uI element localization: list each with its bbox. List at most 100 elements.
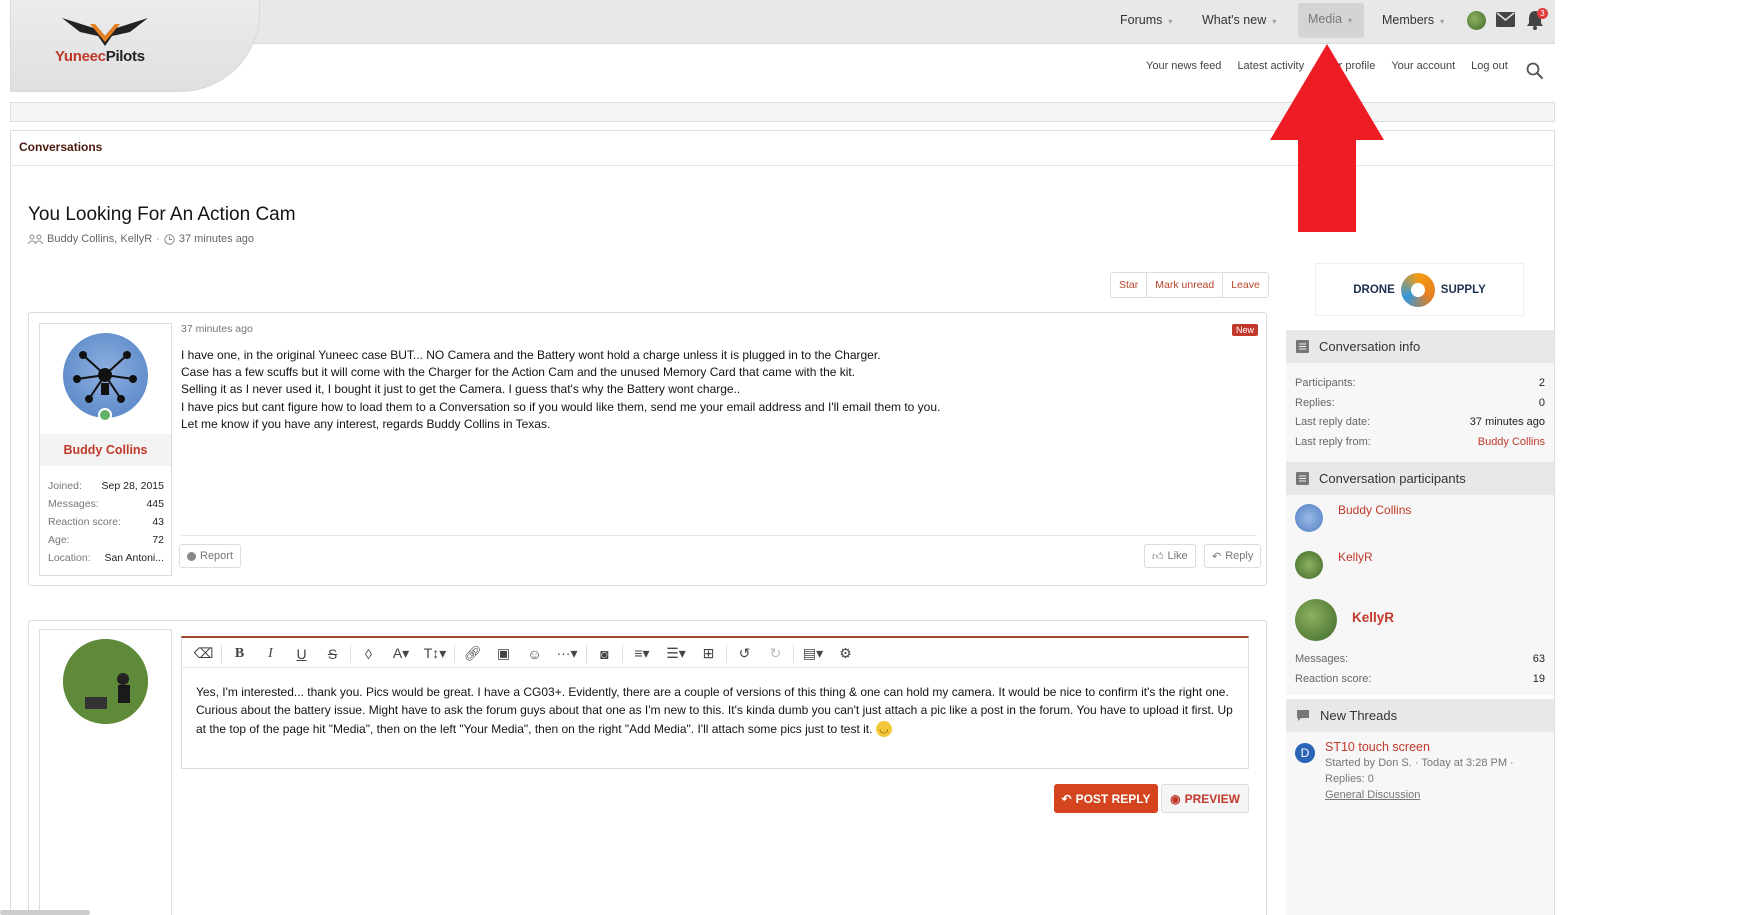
info-icon bbox=[187, 551, 196, 561]
scrollbar[interactable] bbox=[0, 910, 90, 915]
underline-icon[interactable]: U bbox=[286, 641, 317, 667]
message-time[interactable]: 37 minutes ago bbox=[181, 323, 253, 335]
list-icon bbox=[1296, 472, 1309, 485]
username[interactable]: Buddy Collins bbox=[40, 443, 171, 457]
participant-link[interactable]: KellyR bbox=[1338, 550, 1373, 564]
eye-icon: ◉ bbox=[1170, 791, 1181, 806]
editor-text[interactable]: Yes, I'm interested... thank you. Pics w… bbox=[196, 683, 1241, 738]
italic-icon[interactable]: I bbox=[255, 641, 286, 667]
smilie-icon[interactable]: ☺ bbox=[519, 641, 550, 667]
featured-participant-avatar[interactable] bbox=[1295, 599, 1337, 641]
camera-icon[interactable]: ◙ bbox=[589, 641, 620, 667]
nav-whats-new[interactable]: What's new ▾ bbox=[1192, 6, 1286, 38]
message-line: Let me know if you have any interest, re… bbox=[181, 416, 551, 431]
participants-header: Conversation participants bbox=[1286, 462, 1554, 495]
participants-text[interactable]: Buddy Collins, KellyR bbox=[47, 233, 152, 245]
person-photo-icon bbox=[63, 639, 148, 724]
nav-media[interactable]: Media ▾ bbox=[1298, 3, 1364, 38]
redo-icon[interactable]: ↻ bbox=[760, 641, 791, 667]
divider bbox=[793, 644, 794, 663]
more-options-icon[interactable]: ···▾ bbox=[550, 641, 584, 667]
avatar[interactable] bbox=[63, 639, 148, 724]
clock-icon bbox=[164, 233, 175, 245]
logo-text[interactable]: YuneecPilots bbox=[55, 48, 145, 65]
divider bbox=[586, 644, 587, 663]
link-icon[interactable]: 🔗︎ bbox=[457, 641, 488, 667]
user-avatar[interactable] bbox=[1467, 11, 1486, 30]
mark-unread-button[interactable]: Mark unread bbox=[1147, 273, 1224, 297]
envelope-icon[interactable] bbox=[1496, 12, 1515, 27]
user-stat-location: Location: San Antoni... bbox=[48, 552, 164, 564]
subnav-log-out[interactable]: Log out bbox=[1471, 60, 1508, 82]
nav-members[interactable]: Members ▾ bbox=[1372, 6, 1454, 38]
chevron-down-icon: ▾ bbox=[1272, 17, 1277, 26]
post-reply-button[interactable]: ↶ POST REPLY bbox=[1054, 784, 1158, 813]
message-body: I have one, in the original Yuneec case … bbox=[181, 347, 940, 433]
clear-format-icon[interactable]: ⌫ bbox=[188, 641, 219, 667]
participant-avatar[interactable] bbox=[1295, 504, 1323, 532]
conversation-time: 37 minutes ago bbox=[178, 233, 255, 245]
drone-icon bbox=[73, 351, 137, 403]
thread-replies: Replies: 0 bbox=[1325, 773, 1374, 785]
reply-icon: ↶ bbox=[1061, 791, 1072, 806]
text-color-icon[interactable]: ◊ bbox=[353, 641, 384, 667]
alert-count-badge: 3 bbox=[1537, 8, 1548, 19]
strikethrough-icon[interactable]: S bbox=[317, 641, 348, 667]
reply-button[interactable]: ↶ Reply bbox=[1204, 544, 1262, 568]
drafts-icon[interactable]: ▤▾ bbox=[796, 641, 830, 667]
undo-icon[interactable]: ↺ bbox=[729, 641, 760, 667]
ad-banner[interactable]: DRONE SUPPLY bbox=[1315, 263, 1524, 316]
editor-toolbar: ⌫ B I U S ◊ A▾ T↕▾ 🔗︎ ▣ ☺ ···▾ ◙ ≡▾ ☰▾ ⊞… bbox=[182, 640, 1248, 668]
thread-author-avatar[interactable]: D bbox=[1295, 743, 1315, 763]
smiley-icon: ◡ bbox=[875, 721, 892, 738]
leave-button[interactable]: Leave bbox=[1223, 273, 1268, 297]
new-badge: New bbox=[1232, 324, 1259, 336]
nav-forums[interactable]: Forums ▾ bbox=[1110, 6, 1182, 38]
drone-supply-logo-icon bbox=[1400, 272, 1435, 307]
search-icon[interactable] bbox=[1526, 62, 1544, 80]
breadcrumb[interactable]: Conversations bbox=[19, 140, 102, 154]
red-arrow-icon bbox=[1270, 44, 1384, 232]
online-status-icon bbox=[98, 408, 112, 422]
font-size-icon[interactable]: T↕▾ bbox=[418, 641, 452, 667]
participant-link[interactable]: Buddy Collins bbox=[1338, 503, 1411, 517]
avatar[interactable] bbox=[63, 333, 148, 418]
info-last-reply-date: Last reply date: 37 minutes ago bbox=[1295, 416, 1545, 428]
participant-avatar[interactable] bbox=[1295, 551, 1323, 579]
thread-meta: Started by Don S. · Today at 3:28 PM · bbox=[1325, 757, 1514, 769]
conversation-info-header: Conversation info bbox=[1286, 330, 1554, 363]
user-stat-reaction: Reaction score: 43 bbox=[48, 516, 164, 528]
featured-participant-name[interactable]: KellyR bbox=[1352, 610, 1394, 625]
thumbs-up-icon: 👍︎ bbox=[1152, 550, 1164, 563]
like-button[interactable]: 👍︎ Like bbox=[1144, 544, 1196, 568]
featured-messages: Messages: 63 bbox=[1295, 653, 1545, 665]
table-icon[interactable]: ⊞ bbox=[693, 641, 724, 667]
separator: · bbox=[156, 233, 160, 245]
divider bbox=[221, 644, 222, 663]
list-icon bbox=[1296, 340, 1309, 353]
preview-button[interactable]: ◉ PREVIEW bbox=[1161, 784, 1249, 813]
report-button[interactable]: Report bbox=[179, 544, 242, 568]
bold-icon[interactable]: B bbox=[224, 641, 255, 667]
font-family-icon[interactable]: A▾ bbox=[384, 641, 418, 667]
reply-icon: ↶ bbox=[1212, 550, 1222, 563]
list-icon[interactable]: ☰▾ bbox=[659, 641, 693, 667]
image-icon[interactable]: ▣ bbox=[488, 641, 519, 667]
align-icon[interactable]: ≡▾ bbox=[625, 641, 659, 667]
logo-icon[interactable] bbox=[60, 12, 150, 52]
divider bbox=[454, 644, 455, 663]
divider bbox=[726, 644, 727, 663]
star-button[interactable]: Star bbox=[1111, 273, 1148, 297]
divider bbox=[350, 644, 351, 663]
subnav-your-account[interactable]: Your account bbox=[1391, 60, 1455, 82]
gear-icon[interactable]: ⚙ bbox=[830, 641, 861, 667]
user-stat-messages: Messages: 445 bbox=[48, 498, 164, 510]
thread-title[interactable]: ST10 touch screen bbox=[1325, 740, 1430, 754]
message-line: I have one, in the original Yuneec case … bbox=[181, 348, 881, 362]
featured-reaction-score: Reaction score: 19 bbox=[1295, 673, 1545, 685]
thread-forum-link[interactable]: General Discussion bbox=[1325, 789, 1420, 801]
conversation-actions: Star Mark unread Leave bbox=[1110, 272, 1269, 298]
chevron-down-icon: ▾ bbox=[1348, 16, 1353, 25]
info-replies: Replies: 0 bbox=[1295, 397, 1545, 409]
subnav-news-feed[interactable]: Your news feed bbox=[1146, 60, 1221, 82]
